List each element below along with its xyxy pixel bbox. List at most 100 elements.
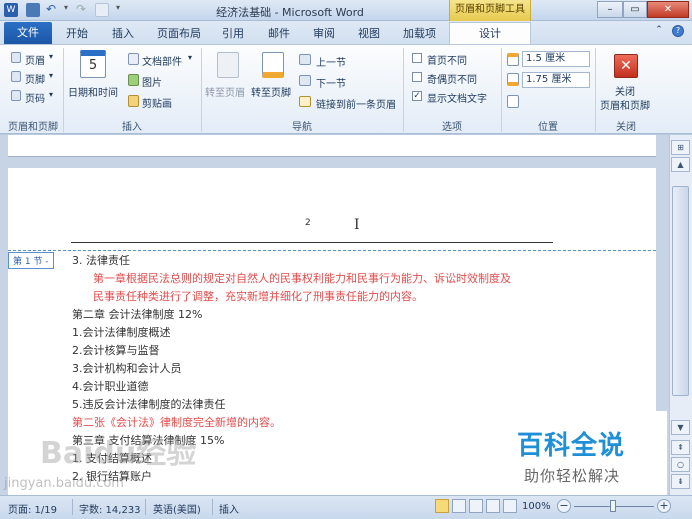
previous-page-button[interactable]: ⇞ [671,440,690,455]
goto-header-button[interactable]: 转至页眉 [205,84,245,99]
clipart-button[interactable]: 剪贴画 [142,95,172,110]
header-position-input[interactable]: 1.5 厘米 [522,51,590,67]
print-layout-view-icon[interactable] [435,499,449,513]
status-divider [212,499,213,515]
page-number-button[interactable]: 页码 [25,90,45,105]
header-dropdown-icon[interactable]: ▾ [49,52,53,61]
doc-line[interactable]: 4.会计职业道德 [72,380,149,393]
group-label-navigation: 导航 [292,122,312,133]
doc-parts-icon [128,53,139,65]
tab-view[interactable]: 视图 [358,25,380,41]
different-odd-even-label: 奇偶页不同 [427,75,477,86]
select-browse-object-button[interactable]: ○ [671,457,690,472]
word-app-icon[interactable]: W [4,3,18,17]
close-header-footer-button[interactable]: 关闭 [615,83,635,98]
footer-button[interactable]: 页脚 [25,71,45,86]
group-label-insert: 插入 [122,122,142,133]
outline-view-icon[interactable] [486,499,500,513]
prev-section-icon [299,54,311,65]
tab-review[interactable]: 审阅 [313,25,335,41]
baike-watermark-title: 百科全说 [517,431,626,461]
tab-page-layout[interactable]: 页面布局 [157,25,201,41]
tab-addins[interactable]: 加载项 [403,25,436,41]
full-screen-view-icon[interactable] [452,499,466,513]
group-label-position: 位置 [538,122,558,133]
insert-mode-status[interactable]: 插入 [219,501,239,516]
header-icon [11,52,21,63]
doc-parts-dropdown-icon[interactable]: ▾ [188,53,192,62]
context-tool-group: 页眉和页脚工具 [449,0,531,21]
group-label-close: 关闭 [616,122,636,133]
doc-line[interactable]: 2.会计核算与监督 [72,344,160,357]
tab-mailings[interactable]: 邮件 [268,25,290,41]
restore-button[interactable]: ▭ [623,1,647,18]
close-header-footer-label: 页眉和页脚 [600,101,650,112]
group-label-header-footer: 页眉和页脚 [8,122,58,133]
web-layout-view-icon[interactable] [469,499,483,513]
link-previous-button[interactable]: 链接到前一条页眉 [316,96,396,111]
draft-view-icon[interactable] [503,499,517,513]
different-odd-even-checkbox[interactable] [412,72,422,82]
header-button[interactable]: 页眉 [25,52,45,67]
show-document-text-checkbox[interactable]: ✓ [412,91,422,101]
section-tag: 第 1 节 - [8,252,54,269]
next-section-icon [299,75,311,86]
undo-icon[interactable]: ↶ [46,3,60,17]
insert-alignment-tab-icon[interactable] [507,95,519,108]
goto-footer-button[interactable]: 转至页脚 [251,84,291,99]
footer-position-icon [507,73,519,86]
doc-line[interactable]: 3.会计机构和会计人员 [72,362,182,375]
word-count-status[interactable]: 字数: 14,233 [79,501,141,516]
zoom-out-button[interactable]: − [557,499,571,513]
doc-line[interactable]: 民事责任种类进行了调整，充实新增并细化了刑事责任能力的内容。 [93,290,423,303]
zoom-in-button[interactable]: + [657,499,671,513]
scroll-down-button[interactable]: ▼ [671,420,690,435]
new-doc-icon[interactable] [95,3,109,17]
tab-design[interactable]: 设计 [449,22,531,45]
scroll-up-button[interactable]: ▲ [671,157,690,172]
zoom-slider-thumb[interactable] [610,500,616,512]
doc-line[interactable]: 3. 法律责任 [72,254,130,267]
next-page-button[interactable]: ⇟ [671,474,690,489]
redo-icon[interactable]: ↷ [76,3,90,17]
qat-customize-icon[interactable]: ▾ [116,3,130,17]
save-icon[interactable] [26,3,40,17]
footer-dropdown-icon[interactable]: ▾ [49,71,53,80]
close-header-footer-icon: ✕ [614,54,638,78]
footer-position-input[interactable]: 1.75 厘米 [522,72,590,88]
scroll-thumb[interactable] [672,186,689,396]
header-boundary-line [8,250,656,251]
next-section-button[interactable]: 下一节 [316,75,346,90]
status-divider [145,499,146,515]
picture-button[interactable]: 图片 [142,74,162,89]
group-label-options: 选项 [442,122,462,133]
header-page-number[interactable]: 2 [305,218,311,228]
different-first-page-checkbox[interactable] [412,53,422,63]
link-previous-icon [299,96,311,107]
tab-references[interactable]: 引用 [222,25,244,41]
doc-line[interactable]: 5.违反会计法律制度的法律责任 [72,398,226,411]
tab-home[interactable]: 开始 [66,25,88,41]
prev-section-button[interactable]: 上一节 [316,54,346,69]
page-number-dropdown-icon[interactable]: ▾ [49,90,53,99]
zoom-level[interactable]: 100% [522,501,551,512]
ruler-toggle-icon[interactable]: ⊞ [671,140,690,155]
page-count-status[interactable]: 页面: 1/19 [8,501,57,516]
close-window-button[interactable]: ✕ [647,1,689,18]
doc-line[interactable]: 第一章根据民法总则的规定对自然人的民事权利能力和民事行为能力、诉讼时效制度及 [93,272,511,285]
goto-header-icon [217,52,239,78]
minimize-button[interactable]: – [597,1,623,18]
doc-parts-button[interactable]: 文档部件 [142,53,182,68]
baidu-watermark-url: jingyan.baidu.com [4,476,124,491]
tab-file[interactable]: 文件 [4,22,52,44]
text-cursor-icon: I [354,217,360,233]
doc-line[interactable]: 1.会计法律制度概述 [72,326,171,339]
window-title: 经济法基础 - Microsoft Word [216,6,364,19]
help-icon[interactable]: ? [672,25,684,37]
goto-footer-icon [262,52,284,78]
ribbon-minimize-icon[interactable]: ⌃ [653,25,665,37]
date-time-button[interactable]: 日期和时间 [68,84,118,99]
doc-line[interactable]: 第二章 会计法律制度 12% [72,308,202,321]
language-status[interactable]: 英语(美国) [153,501,201,516]
tab-insert[interactable]: 插入 [112,25,134,41]
